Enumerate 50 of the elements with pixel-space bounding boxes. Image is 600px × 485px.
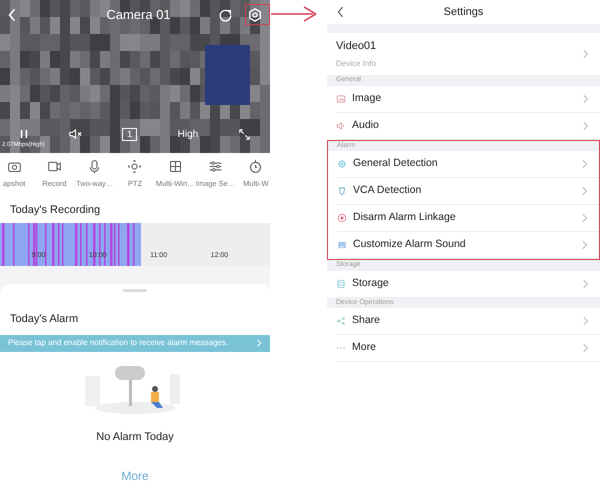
speaker-box-icon: [337, 240, 347, 250]
stopwatch-icon: [248, 159, 264, 174]
pause-icon[interactable]: [20, 129, 28, 140]
share-icon: [336, 316, 346, 326]
chevron-icon: [583, 278, 589, 288]
fullscreen-icon[interactable]: [238, 128, 250, 140]
back-icon[interactable]: [337, 6, 344, 18]
chevron-icon: [583, 94, 589, 104]
page-title: Settings: [444, 4, 484, 20]
mute-icon[interactable]: [68, 128, 82, 140]
chevron-icon: [583, 120, 589, 130]
banner-text: Please tap and enable notification to receive alarm messages.: [8, 337, 228, 349]
settings-row[interactable]: Disarm Alarm Linkage: [337, 205, 599, 232]
picture-icon: [336, 94, 346, 104]
highlight-frame: [245, 4, 270, 25]
section-title: Today's Alarm: [10, 312, 78, 324]
direction-pad-icon: [127, 159, 142, 174]
chevron-icon: [583, 49, 589, 59]
settings-row[interactable]: General Detection: [337, 151, 599, 178]
chevron-icon: [582, 186, 588, 196]
target-icon: [337, 159, 347, 169]
device-info-row[interactable]: Video01 Device Info: [327, 33, 600, 75]
chevron-icon: [583, 343, 589, 353]
settings-row[interactable]: Audio: [336, 112, 600, 140]
shield-icon: [337, 186, 347, 196]
camera-title: Camera 01: [106, 6, 171, 24]
channel-button[interactable]: 1: [122, 128, 138, 141]
sliders-icon: [208, 159, 224, 174]
refresh-icon[interactable]: [219, 8, 232, 22]
chevron-icon: [583, 316, 589, 326]
settings-row[interactable]: Image: [336, 86, 600, 112]
device-subtitle: Device Info: [336, 58, 376, 70]
settings-row[interactable]: Share: [336, 308, 600, 335]
drag-handle[interactable]: [123, 288, 147, 292]
chevron-icon: [257, 339, 262, 347]
speaker-icon: [336, 120, 346, 130]
device-name: Video01: [336, 39, 376, 54]
record-icon: [337, 213, 347, 223]
settings-icon[interactable]: [248, 8, 262, 22]
grid-icon: [168, 159, 183, 174]
settings-row[interactable]: Customize Alarm Sound: [337, 232, 599, 259]
database-icon: [336, 278, 346, 288]
chevron-icon: [582, 159, 588, 169]
quality-button[interactable]: High: [178, 126, 198, 142]
settings-row[interactable]: More: [336, 335, 600, 362]
settings-row[interactable]: VCA Detection: [337, 178, 599, 205]
chevron-icon: [582, 240, 588, 250]
chevron-icon: [582, 213, 588, 223]
section-title: Today's Recording: [10, 202, 100, 218]
empty-message: No Alarm Today: [96, 430, 174, 444]
